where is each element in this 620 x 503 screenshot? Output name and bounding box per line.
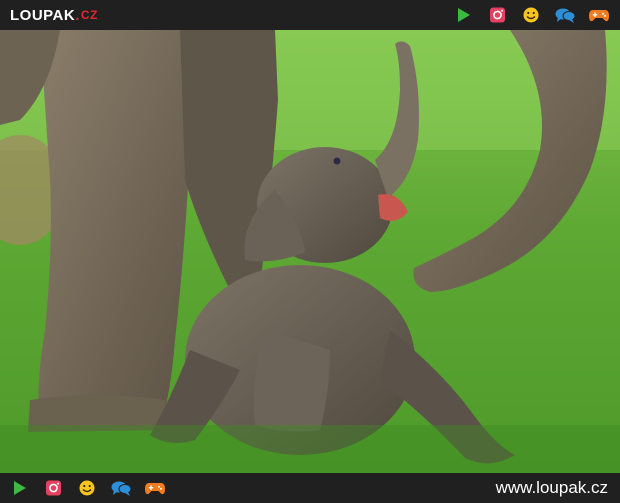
photo-illustration <box>0 30 620 473</box>
chat-icon[interactable] <box>554 6 576 24</box>
bottom-icon-bar <box>8 478 166 498</box>
gamepad-icon[interactable] <box>588 6 610 24</box>
smiley-icon[interactable] <box>76 479 98 497</box>
instagram-icon[interactable] <box>486 6 508 24</box>
site-url[interactable]: www.loupak.cz <box>496 477 608 499</box>
play-icon[interactable] <box>452 6 474 24</box>
logo-tld: CZ <box>80 8 98 22</box>
smiley-icon[interactable] <box>520 6 542 24</box>
top-icon-bar <box>452 5 610 25</box>
logo-text: LOUPAK <box>10 6 76 24</box>
play-icon[interactable] <box>8 479 30 497</box>
logo-dot: . <box>75 6 80 24</box>
gamepad-icon[interactable] <box>144 479 166 497</box>
site-logo[interactable]: LOUPAK. CZ <box>10 5 98 25</box>
chat-icon[interactable] <box>110 479 132 497</box>
baby-elephant-photo <box>0 30 620 473</box>
instagram-icon[interactable] <box>42 479 64 497</box>
